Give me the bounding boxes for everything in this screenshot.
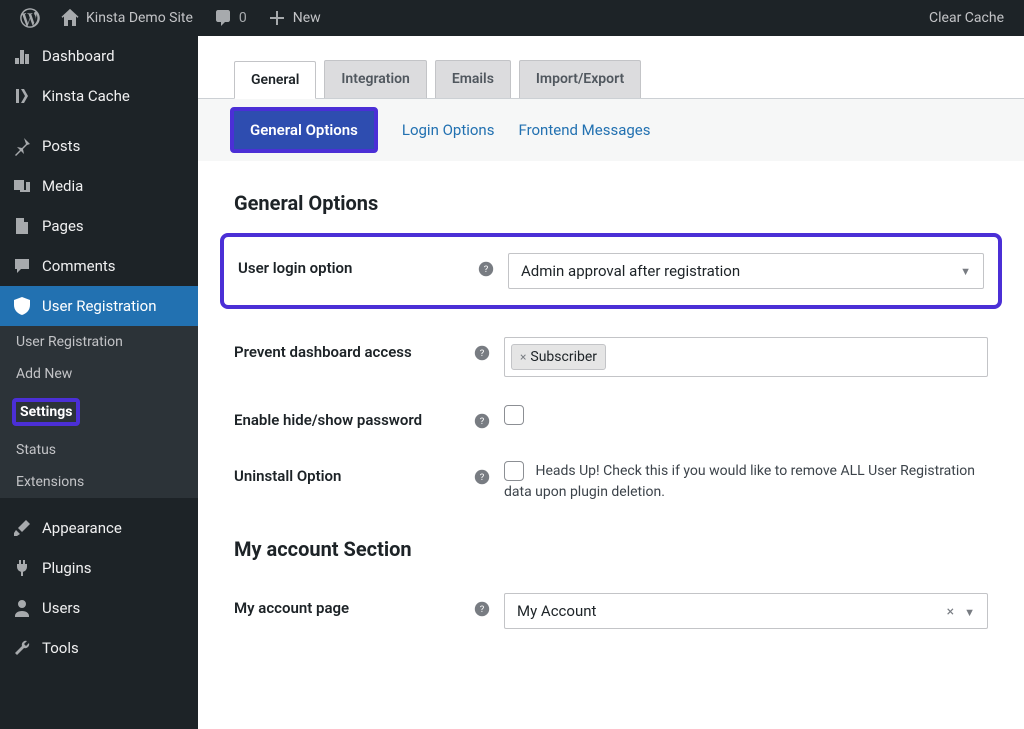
sidebar-item-user-registration[interactable]: User Registration [0,286,198,326]
submenu-user-registration[interactable]: User Registration [0,326,198,358]
sidebar-item-label: Kinsta Cache [42,87,130,105]
sidebar-item-label: Pages [42,217,84,235]
checkbox-uninstall[interactable] [504,461,524,481]
sidebar-item-label: Users [42,599,80,617]
submenu-settings: Settings [16,404,76,420]
select-value: My Account [517,602,596,620]
home-icon [60,8,80,28]
tab-import-export[interactable]: Import/Export [519,60,641,98]
sidebar-item-pages[interactable]: Pages [0,206,198,246]
submenu-settings-wrapper[interactable]: Settings [0,390,198,434]
admin-bar: Kinsta Demo Site 0 New Clear Cache [0,0,1024,36]
sidebar-item-label: Posts [42,137,80,155]
wp-logo[interactable] [10,0,50,36]
help-icon[interactable]: ? [474,337,504,365]
sidebar-item-label: Plugins [42,559,91,577]
tab-emails[interactable]: Emails [435,60,511,98]
dashboard-icon [12,46,32,66]
sidebar-item-label: Appearance [42,519,122,537]
subtab-login-options[interactable]: Login Options [402,121,495,139]
sidebar-item-label: Tools [42,639,79,657]
help-icon[interactable]: ? [474,593,504,621]
user-registration-submenu: User Registration Add New Settings Statu… [0,326,198,498]
new-label: New [293,10,321,26]
clear-cache-label: Clear Cache [929,10,1004,26]
comments-count: 0 [239,10,247,26]
label-uninstall: Uninstall Option [234,461,474,485]
media-icon [12,176,32,196]
user-icon [12,598,32,618]
settings-tabs: General Integration Emails Import/Export [198,36,1024,99]
sidebar-item-media[interactable]: Media [0,166,198,206]
svg-text:?: ? [480,416,485,427]
label-my-account-page: My account page [234,593,474,617]
chevron-down-icon: ▼ [964,606,975,619]
admin-sidebar: Dashboard Kinsta Cache Posts Media Pages… [0,36,198,729]
sidebar-item-label: Comments [42,257,116,275]
help-icon[interactable]: ? [474,461,504,489]
svg-text:?: ? [480,348,485,359]
submenu-status[interactable]: Status [0,434,198,466]
sidebar-item-tools[interactable]: Tools [0,628,198,668]
section-heading-general: General Options [234,191,988,215]
sidebar-item-label: Media [42,177,83,195]
svg-text:?: ? [484,264,489,275]
tab-general[interactable]: General [234,61,316,99]
chevron-down-icon: ▼ [960,265,971,278]
comments-link[interactable]: 0 [203,0,257,36]
label-user-login-option: User login option [238,253,478,277]
label-prevent-dashboard: Prevent dashboard access [234,337,474,361]
wordpress-icon [20,8,40,28]
sidebar-item-kinsta-cache[interactable]: Kinsta Cache [0,76,198,116]
select-my-account-page[interactable]: My Account × ▼ [504,593,988,629]
select-value: Admin approval after registration [521,262,740,280]
wrench-icon [12,638,32,658]
help-icon[interactable]: ? [474,405,504,433]
sidebar-item-comments[interactable]: Comments [0,246,198,286]
comments-icon [12,256,32,276]
select-user-login-option[interactable]: Admin approval after registration ▼ [508,253,984,289]
comment-icon [213,8,233,28]
svg-text:?: ? [480,604,485,615]
new-content-link[interactable]: New [257,0,331,36]
subtab-general-options[interactable]: General Options [230,107,378,153]
tab-integration[interactable]: Integration [324,60,426,98]
pages-icon [12,216,32,236]
uninstall-description: Heads Up! Check this if you would like t… [504,463,975,500]
plug-icon [12,558,32,578]
clear-cache-link[interactable]: Clear Cache [919,0,1014,36]
pin-icon [12,136,32,156]
brush-icon [12,518,32,538]
clear-icon[interactable]: × [947,604,954,620]
section-heading-my-account: My account Section [234,537,988,561]
subtab-frontend-messages[interactable]: Frontend Messages [518,121,650,139]
sidebar-item-label: User Registration [42,297,157,315]
sidebar-item-label: Dashboard [42,47,115,65]
user-registration-icon [12,296,32,316]
highlighted-user-login-row: User login option ? Admin approval after… [220,233,1002,309]
sidebar-item-plugins[interactable]: Plugins [0,548,198,588]
settings-subtabs: General Options Login Options Frontend M… [198,99,1024,161]
help-icon[interactable]: ? [478,253,508,281]
site-name-label: Kinsta Demo Site [86,10,193,26]
plus-icon [267,8,287,28]
input-prevent-dashboard[interactable]: ×Subscriber [504,337,988,377]
main-content: General Integration Emails Import/Export… [198,36,1024,729]
sidebar-item-dashboard[interactable]: Dashboard [0,36,198,76]
sidebar-item-appearance[interactable]: Appearance [0,508,198,548]
remove-icon[interactable]: × [520,350,526,364]
label-hide-show-password: Enable hide/show password [234,405,474,429]
sidebar-item-posts[interactable]: Posts [0,126,198,166]
sidebar-item-users[interactable]: Users [0,588,198,628]
checkbox-hide-show-password[interactable] [504,405,524,425]
submenu-extensions[interactable]: Extensions [0,466,198,498]
submenu-add-new[interactable]: Add New [0,358,198,390]
site-name-link[interactable]: Kinsta Demo Site [50,0,203,36]
svg-text:?: ? [480,472,485,483]
kinsta-icon [12,86,32,106]
role-tag[interactable]: ×Subscriber [511,344,606,370]
